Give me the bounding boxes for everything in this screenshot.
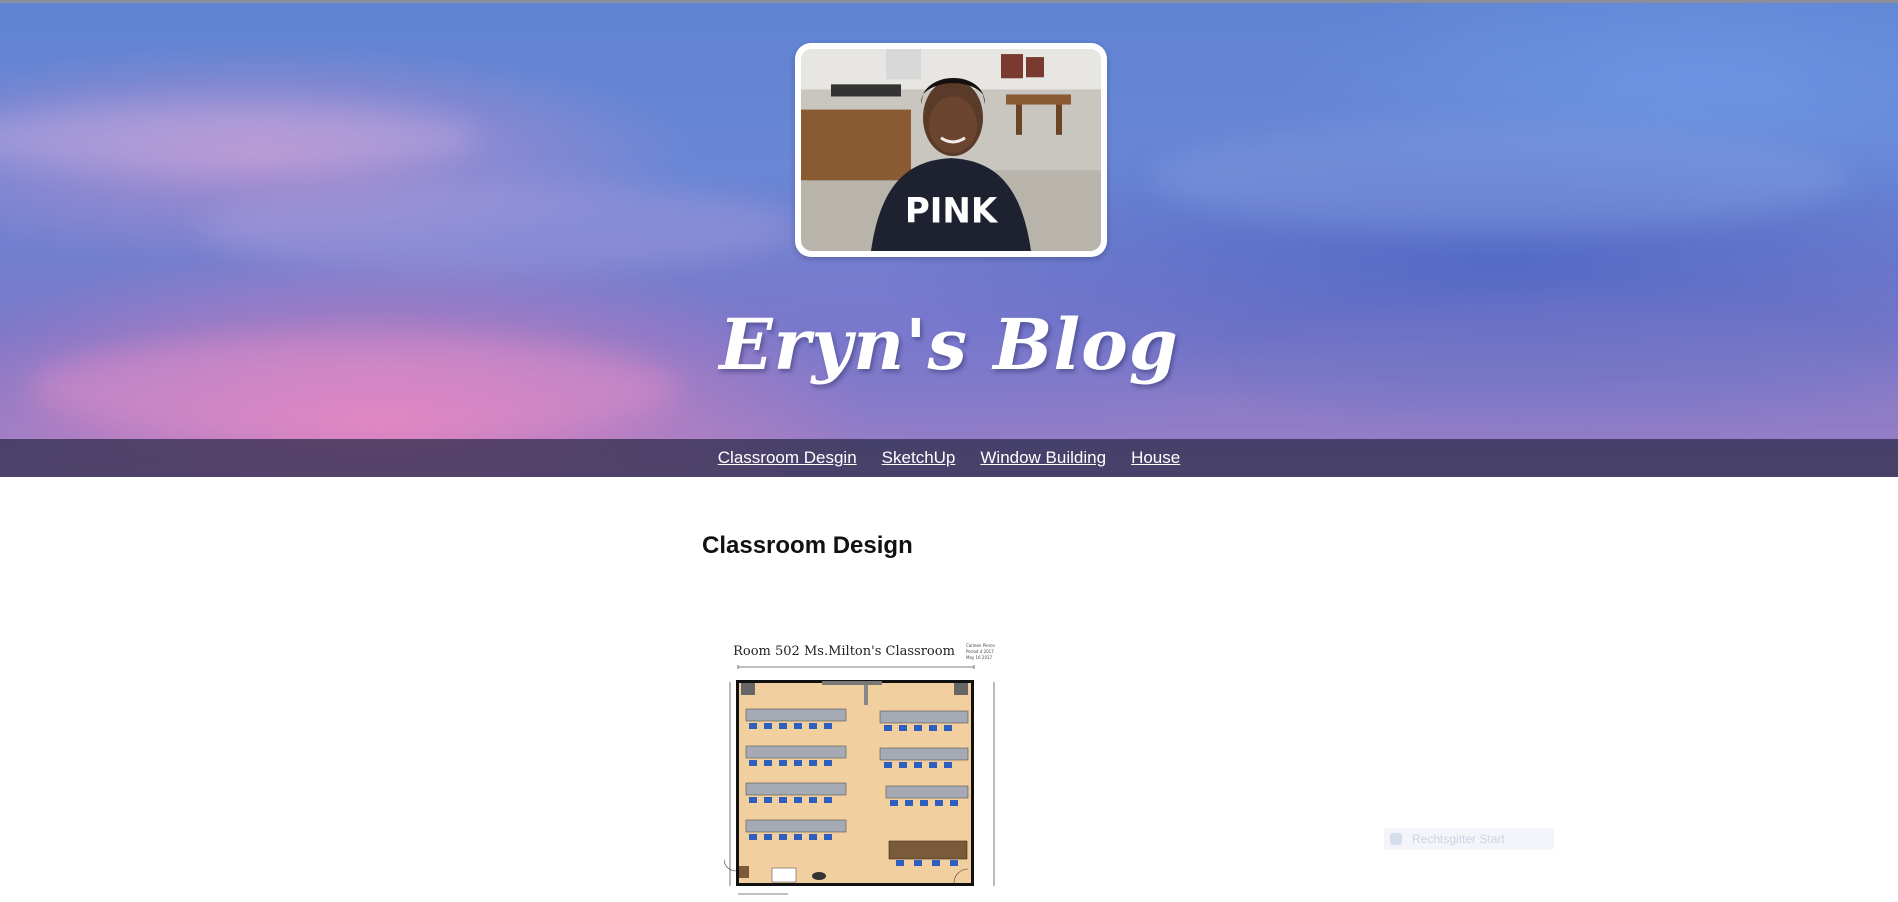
classroom-floorplan-image[interactable]: Room 502 Ms.Milton's Classroom Carleen P… — [724, 636, 1006, 902]
floorplan-caption: Room 502 Ms.Milton's Classroom — [733, 644, 955, 659]
svg-text:PINK: PINK — [905, 192, 999, 232]
blog-header: PINK Eryn's Blog — [0, 3, 1898, 477]
chat-icon — [1390, 833, 1402, 845]
chat-widget-label: Rechtsgitter Start — [1412, 832, 1505, 846]
post-title: Classroom Design — [702, 532, 913, 559]
floorplan-corner-note: Carleen Pierce Period 4 2017 May 16 2017 — [966, 643, 995, 660]
nav-link-classroom-design[interactable]: Classroom Desgin — [718, 448, 857, 468]
blog-title: Eryn's Blog — [719, 303, 1179, 386]
chat-widget[interactable]: Rechtsgitter Start — [1384, 828, 1554, 850]
profile-photo-frame: PINK — [795, 43, 1107, 257]
nav-link-sketchup[interactable]: SketchUp — [882, 448, 956, 468]
profile-photo: PINK — [801, 49, 1101, 251]
nav-link-house[interactable]: House — [1131, 448, 1180, 468]
nav-link-window-building[interactable]: Window Building — [980, 448, 1106, 468]
main-nav: Classroom Desgin SketchUp Window Buildin… — [0, 439, 1898, 477]
